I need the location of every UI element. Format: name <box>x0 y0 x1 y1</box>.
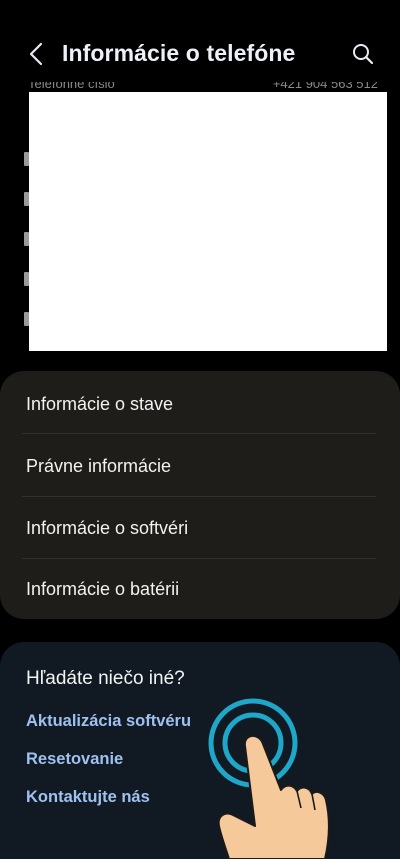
link-contact-us[interactable]: Kontaktujte nás <box>26 788 150 807</box>
info-menu-card: Informácie o stave Právne informácie Inf… <box>0 371 400 619</box>
suggestions-heading: Hľadáte niečo iné? <box>26 668 185 689</box>
phone-number-label: Telefónne číslo <box>28 82 115 91</box>
menu-item-legal[interactable]: Právne informácie <box>26 435 376 497</box>
phone-number-value: +421 904 563 512 <box>272 82 378 91</box>
chevron-left-icon <box>29 42 43 66</box>
link-reset[interactable]: Resetovanie <box>26 750 123 769</box>
tap-gesture-hand-icon <box>208 698 330 859</box>
menu-item-label: Informácie o batérii <box>26 578 180 599</box>
menu-item-status[interactable]: Informácie o stave <box>26 373 376 435</box>
menu-item-label: Informácie o stave <box>26 393 174 414</box>
link-software-update[interactable]: Aktualizácia softvéru <box>26 712 191 731</box>
back-button[interactable] <box>24 40 48 68</box>
menu-item-label: Informácie o softvéri <box>26 517 189 538</box>
divider <box>22 433 376 434</box>
search-icon <box>353 44 374 65</box>
app-header: Informácie o telefóne <box>0 28 400 80</box>
redacted-info-block <box>29 92 387 351</box>
page-title: Informácie o telefóne <box>62 40 296 66</box>
menu-item-label: Právne informácie <box>26 455 172 476</box>
menu-item-battery[interactable]: Informácie o batérii <box>26 558 376 620</box>
menu-item-software[interactable]: Informácie o softvéri <box>26 497 376 559</box>
search-button[interactable] <box>350 40 376 68</box>
